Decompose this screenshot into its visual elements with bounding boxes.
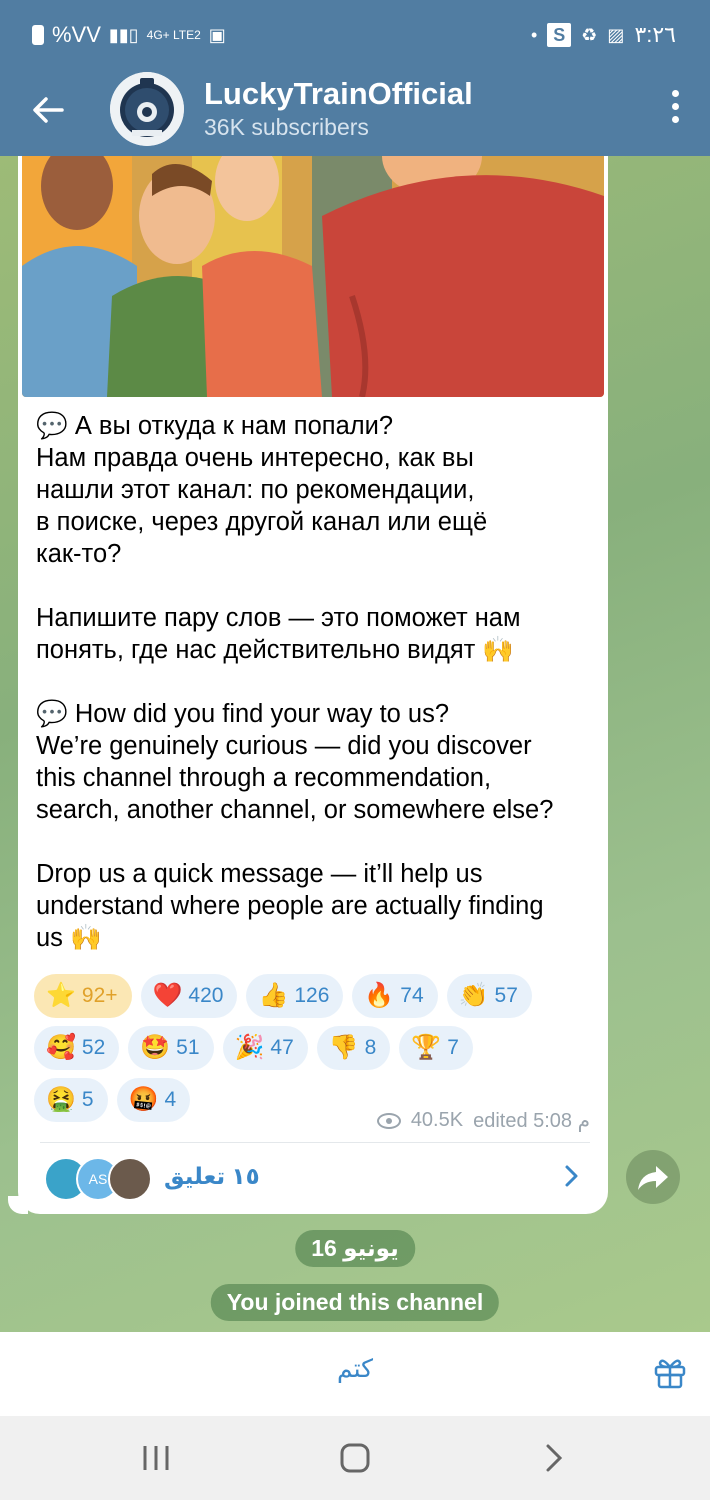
back-arrow-icon[interactable] <box>28 90 68 130</box>
reaction-chip[interactable]: 👍 126 <box>246 974 344 1018</box>
reaction-chip[interactable]: 👏 57 <box>446 974 532 1018</box>
reaction-chip[interactable]: 🤬 4 <box>116 1078 191 1122</box>
comments-label[interactable]: ١٥ تعليق <box>164 1163 260 1190</box>
reaction-emoji-icon: 👏 <box>458 982 489 1009</box>
sync-icon: ♻ <box>581 24 598 45</box>
recent-apps-icon[interactable] <box>136 1440 176 1476</box>
text-ru-cta: Напишите пару слов — это поможет нам пон… <box>36 604 521 664</box>
reaction-count: 5 <box>81 1088 94 1111</box>
reaction-emoji-icon: 👍 <box>258 982 289 1009</box>
mute-button[interactable]: كتم <box>0 1354 710 1384</box>
status-bar: %VV ▮▮▯ 4G+ LTE2 ▣ • S ♻ ▨ ٣:٢٦ <box>0 0 710 72</box>
share-button[interactable] <box>626 1150 680 1204</box>
text-ru-body: Нам правда очень интересно, как вы нашли… <box>36 444 488 568</box>
reaction-emoji-icon: 🎉 <box>234 1034 265 1061</box>
reaction-count: 8 <box>364 1036 377 1059</box>
reaction-chip[interactable]: 🤮 5 <box>34 1078 108 1122</box>
text-ru-question: 💬 А вы откуда к нам попали? <box>36 412 394 440</box>
clock: ٣:٢٦ <box>634 22 676 47</box>
chat-area[interactable]: 💬 А вы откуда к нам попали? Нам правда о… <box>0 156 710 1332</box>
reaction-count: 51 <box>176 1036 200 1059</box>
subscriber-count: 36K subscribers <box>204 114 369 140</box>
reactions-panel: ⭐ 92+ ❤️ 420 👍 126 🔥 74 👏 57 🥰 52 🤩 51 🎉 47 👎 8 🏆 7 🤮 5 🤬 4 <box>34 974 600 1130</box>
comments-button[interactable]: AS ١٥ تعليق <box>40 1142 590 1214</box>
image-icon: ▨ <box>607 24 625 45</box>
chat-header: LuckyTrainOfficial 36K subscribers <box>0 72 710 156</box>
reaction-emoji-icon: ❤️ <box>152 982 183 1009</box>
chevron-right-icon[interactable] <box>556 1161 586 1191</box>
reaction-count: 74 <box>400 984 424 1007</box>
reaction-emoji-icon: 🤩 <box>140 1034 171 1061</box>
reaction-emoji-icon: ⭐ <box>46 982 76 1009</box>
view-count: 40.5K <box>410 1109 464 1131</box>
reaction-count: 4 <box>164 1088 177 1111</box>
reaction-emoji-icon: 🤮 <box>46 1086 76 1113</box>
status-left: %VV ▮▮▯ 4G+ LTE2 ▣ <box>32 22 226 48</box>
reaction-chip[interactable]: ❤️ 420 <box>140 974 238 1018</box>
reaction-chip[interactable]: 🥰 52 <box>34 1026 120 1070</box>
reaction-emoji-icon: 🤬 <box>128 1086 159 1113</box>
share-icon <box>638 1166 668 1190</box>
reaction-count: 52 <box>81 1036 106 1059</box>
reaction-count: 57 <box>494 984 518 1007</box>
reaction-count: 420 <box>188 984 224 1007</box>
reaction-count: 92+ <box>81 984 118 1007</box>
bottom-bar: كتم <box>0 1332 710 1416</box>
dot-icon: • <box>530 24 538 45</box>
reaction-row: 🥰 52 🤩 51 🎉 47 👎 8 🏆 7 <box>34 1026 600 1070</box>
reaction-chip[interactable]: 🤩 51 <box>128 1026 214 1070</box>
service-message: You joined this channel <box>210 1284 500 1321</box>
post-image[interactable] <box>22 156 604 397</box>
signal-icon: ▮▮▯ <box>108 24 139 45</box>
commenter-avatars: AS <box>44 1157 154 1201</box>
reaction-emoji-icon: 🏆 <box>411 1034 442 1061</box>
channel-title[interactable]: LuckyTrainOfficial <box>204 76 473 112</box>
reaction-count: 126 <box>294 984 330 1007</box>
edited-time: edited 5:08 م <box>473 1110 590 1132</box>
date-separator: 16 يونيو <box>295 1230 415 1267</box>
text-en-body: We’re genuinely curious — did you discov… <box>36 732 554 824</box>
reaction-emoji-icon: 🔥 <box>364 982 395 1009</box>
reaction-count: 47 <box>270 1036 294 1059</box>
home-icon[interactable] <box>335 1440 375 1476</box>
battery-percent: %VV <box>52 22 101 47</box>
channel-avatar[interactable] <box>110 72 184 146</box>
sim-icon: ▣ <box>208 24 226 45</box>
reaction-emoji-icon: 👎 <box>328 1034 359 1061</box>
back-nav-icon[interactable] <box>534 1440 574 1476</box>
post-text: 💬 А вы откуда к нам попали? Нам правда о… <box>36 410 596 954</box>
reaction-row: ⭐ 92+ ❤️ 420 👍 126 🔥 74 👏 57 <box>34 974 600 1018</box>
system-nav-bar <box>0 1416 710 1500</box>
reaction-chip[interactable]: 🔥 74 <box>352 974 438 1018</box>
post-meta: 40.5K edited 5:08 م <box>376 1108 590 1133</box>
reaction-emoji-icon: 🥰 <box>46 1034 76 1061</box>
network-label: 4G+ LTE2 <box>146 28 201 42</box>
channel-post[interactable]: 💬 А вы откуда к нам попали? Нам правда о… <box>18 156 608 1214</box>
gift-icon[interactable] <box>652 1354 688 1390</box>
more-menu-icon[interactable] <box>670 90 680 130</box>
reaction-chip[interactable]: 🎉 47 <box>222 1026 308 1070</box>
reaction-count: 7 <box>447 1036 459 1059</box>
reaction-chip[interactable]: 👎 8 <box>316 1026 391 1070</box>
text-en-cta: Drop us a quick message — it’ll help us … <box>36 860 544 952</box>
battery-icon <box>32 25 44 45</box>
reaction-chip[interactable]: 🏆 7 <box>399 1026 473 1070</box>
reaction-chip[interactable]: ⭐ 92+ <box>34 974 132 1018</box>
status-right: • S ♻ ▨ ٣:٢٦ <box>531 22 676 48</box>
commenter-avatar <box>108 1157 152 1201</box>
text-en-question: 💬 How did you find your way to us? <box>36 700 450 728</box>
app-s-icon: S <box>547 23 572 47</box>
eye-icon <box>376 1112 401 1129</box>
